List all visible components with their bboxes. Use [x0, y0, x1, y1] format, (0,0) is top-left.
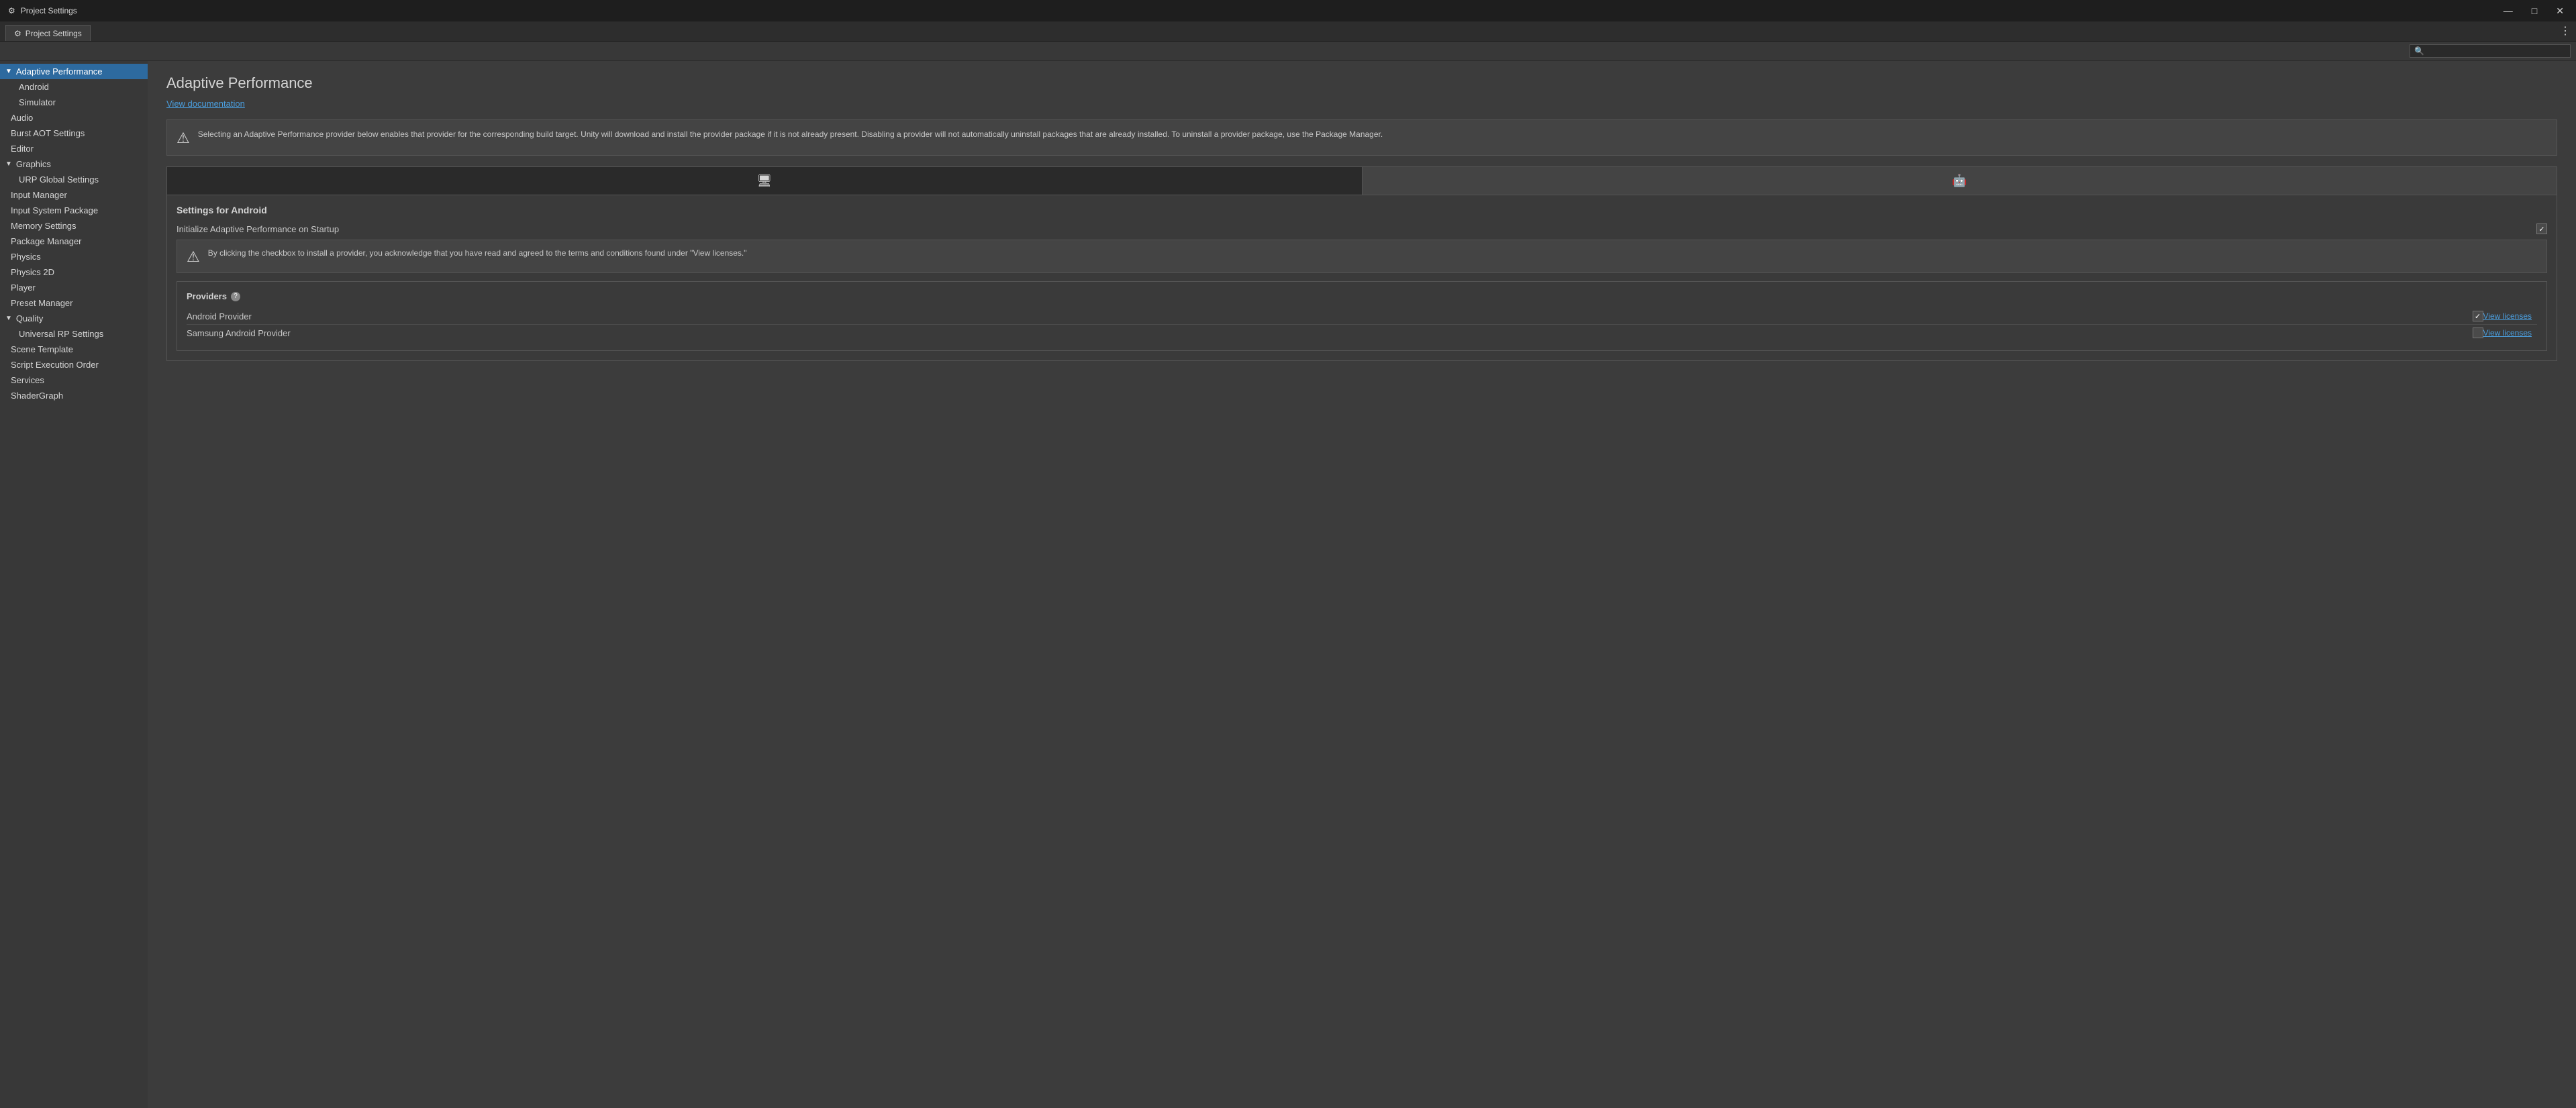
main-layout: ▼ Adaptive Performance Android Simulator… [0, 61, 2576, 1108]
warning-box: ⚠ By clicking the checkbox to install a … [177, 240, 2547, 273]
sidebar-item-player[interactable]: Player [0, 280, 148, 295]
settings-panel: Settings for Android Initialize Adaptive… [166, 195, 2557, 361]
sidebar-item-urp-global[interactable]: URP Global Settings [0, 172, 148, 187]
platform-tabs: 🖥 🤖 [166, 166, 2557, 195]
sidebar-item-label: Preset Manager [11, 298, 73, 308]
sidebar-item-label: Quality [16, 313, 43, 323]
sidebar-item-label: Adaptive Performance [16, 66, 103, 77]
app-icon: ⚙ [8, 6, 15, 15]
triangle-icon: ▼ [5, 160, 12, 168]
android-provider-checkbox[interactable]: ✓ [2473, 311, 2483, 321]
close-button[interactable]: ✕ [2552, 5, 2568, 17]
sidebar-item-label: Graphics [16, 159, 51, 169]
info-text: Selecting an Adaptive Performance provid… [198, 128, 1383, 140]
view-documentation-link[interactable]: View documentation [166, 99, 245, 109]
settings-section-title: Settings for Android [177, 205, 2547, 215]
tab-label: Project Settings [26, 29, 82, 38]
title-bar-left: ⚙ Project Settings [8, 6, 77, 15]
sidebar-item-input-manager[interactable]: Input Manager [0, 187, 148, 203]
sidebar-item-burst-aot[interactable]: Burst AOT Settings [0, 125, 148, 141]
sidebar-item-label: Universal RP Settings [19, 329, 103, 339]
sidebar-item-simulator[interactable]: Simulator [0, 95, 148, 110]
minimize-button[interactable]: — [2499, 5, 2517, 17]
sidebar-item-physics[interactable]: Physics [0, 249, 148, 264]
tab-bar: ⚙ Project Settings ⋮ [0, 21, 2576, 42]
sidebar-item-package-manager[interactable]: Package Manager [0, 234, 148, 249]
sidebar-item-label: Memory Settings [11, 221, 77, 231]
sidebar-item-label: Simulator [19, 97, 56, 107]
sidebar-item-label: Services [11, 375, 44, 385]
sidebar-item-adaptive-performance[interactable]: ▼ Adaptive Performance [0, 64, 148, 79]
provider-name-android: Android Provider [187, 311, 2473, 321]
sidebar-item-graphics[interactable]: ▼ Graphics [0, 156, 148, 172]
info-box: ⚠ Selecting an Adaptive Performance prov… [166, 119, 2557, 156]
page-title: Adaptive Performance [166, 74, 2557, 92]
sidebar-item-scene-template[interactable]: Scene Template [0, 342, 148, 357]
sidebar-item-label: Physics 2D [11, 267, 54, 277]
sidebar-item-shader-graph[interactable]: ShaderGraph [0, 388, 148, 403]
tab-project-settings[interactable]: ⚙ Project Settings [5, 25, 91, 41]
providers-title: Providers [187, 291, 227, 301]
sidebar-item-label: ShaderGraph [11, 391, 63, 401]
sidebar-item-script-execution[interactable]: Script Execution Order [0, 357, 148, 372]
content-area: Adaptive Performance View documentation … [148, 61, 2576, 1108]
search-input[interactable] [2427, 46, 2566, 56]
title-bar-controls: — □ ✕ [2499, 5, 2568, 17]
sidebar-item-input-system[interactable]: Input System Package [0, 203, 148, 218]
app-title: Project Settings [21, 6, 77, 15]
samsung-view-licenses-link[interactable]: View licenses [2483, 328, 2532, 338]
provider-name-samsung: Samsung Android Provider [187, 328, 2473, 338]
sidebar: ▼ Adaptive Performance Android Simulator… [0, 61, 148, 1108]
triangle-icon: ▼ [5, 68, 12, 75]
sidebar-item-audio[interactable]: Audio [0, 110, 148, 125]
tab-more-button[interactable]: ⋮ [2560, 24, 2571, 38]
sidebar-item-label: Editor [11, 144, 34, 154]
warning-icon: ⚠ [187, 248, 200, 266]
provider-row-android: Android Provider ✓ View licenses [187, 308, 2537, 325]
search-icon: 🔍 [2414, 46, 2424, 56]
sidebar-item-universal-rp[interactable]: Universal RP Settings [0, 326, 148, 342]
sidebar-item-label: Package Manager [11, 236, 82, 246]
triangle-icon: ▼ [5, 315, 12, 322]
init-label: Initialize Adaptive Performance on Start… [177, 224, 2536, 234]
providers-section: Providers ? Android Provider ✓ View lice… [177, 281, 2547, 351]
sidebar-item-label: Player [11, 283, 36, 293]
providers-title-row: Providers ? [187, 291, 2537, 301]
title-bar: ⚙ Project Settings — □ ✕ [0, 0, 2576, 21]
top-search-bar: 🔍 [0, 42, 2576, 61]
providers-help-icon[interactable]: ? [231, 292, 240, 301]
sidebar-item-memory-settings[interactable]: Memory Settings [0, 218, 148, 234]
android-view-licenses-link[interactable]: View licenses [2483, 311, 2532, 321]
warning-text: By clicking the checkbox to install a pr… [208, 247, 747, 259]
sidebar-item-label: Input Manager [11, 190, 67, 200]
sidebar-item-services[interactable]: Services [0, 372, 148, 388]
search-input-wrap: 🔍 [2410, 44, 2571, 58]
sidebar-item-preset-manager[interactable]: Preset Manager [0, 295, 148, 311]
sidebar-item-label: Audio [11, 113, 33, 123]
sidebar-item-editor[interactable]: Editor [0, 141, 148, 156]
platform-tab-android[interactable]: 🤖 [1363, 167, 2557, 195]
sidebar-item-label: URP Global Settings [19, 174, 99, 185]
sidebar-item-label: Burst AOT Settings [11, 128, 85, 138]
sidebar-item-label: Input System Package [11, 205, 98, 215]
maximize-button[interactable]: □ [2528, 5, 2541, 17]
desktop-icon: 🖥 [756, 174, 772, 188]
init-setting-row: Initialize Adaptive Performance on Start… [177, 223, 2547, 234]
info-icon: ⚠ [177, 130, 190, 147]
sidebar-item-android[interactable]: Android [0, 79, 148, 95]
sidebar-item-physics-2d[interactable]: Physics 2D [0, 264, 148, 280]
android-icon: 🤖 [1952, 174, 1967, 188]
sidebar-item-label: Physics [11, 252, 41, 262]
provider-row-samsung: Samsung Android Provider View licenses [187, 325, 2537, 341]
init-checkbox[interactable]: ✓ [2536, 223, 2547, 234]
sidebar-item-label: Script Execution Order [11, 360, 99, 370]
sidebar-item-label: Scene Template [11, 344, 73, 354]
sidebar-item-quality[interactable]: ▼ Quality [0, 311, 148, 326]
samsung-provider-checkbox[interactable] [2473, 328, 2483, 338]
platform-tab-desktop[interactable]: 🖥 [167, 167, 1363, 195]
tab-icon: ⚙ [14, 29, 21, 38]
sidebar-item-label: Android [19, 82, 49, 92]
